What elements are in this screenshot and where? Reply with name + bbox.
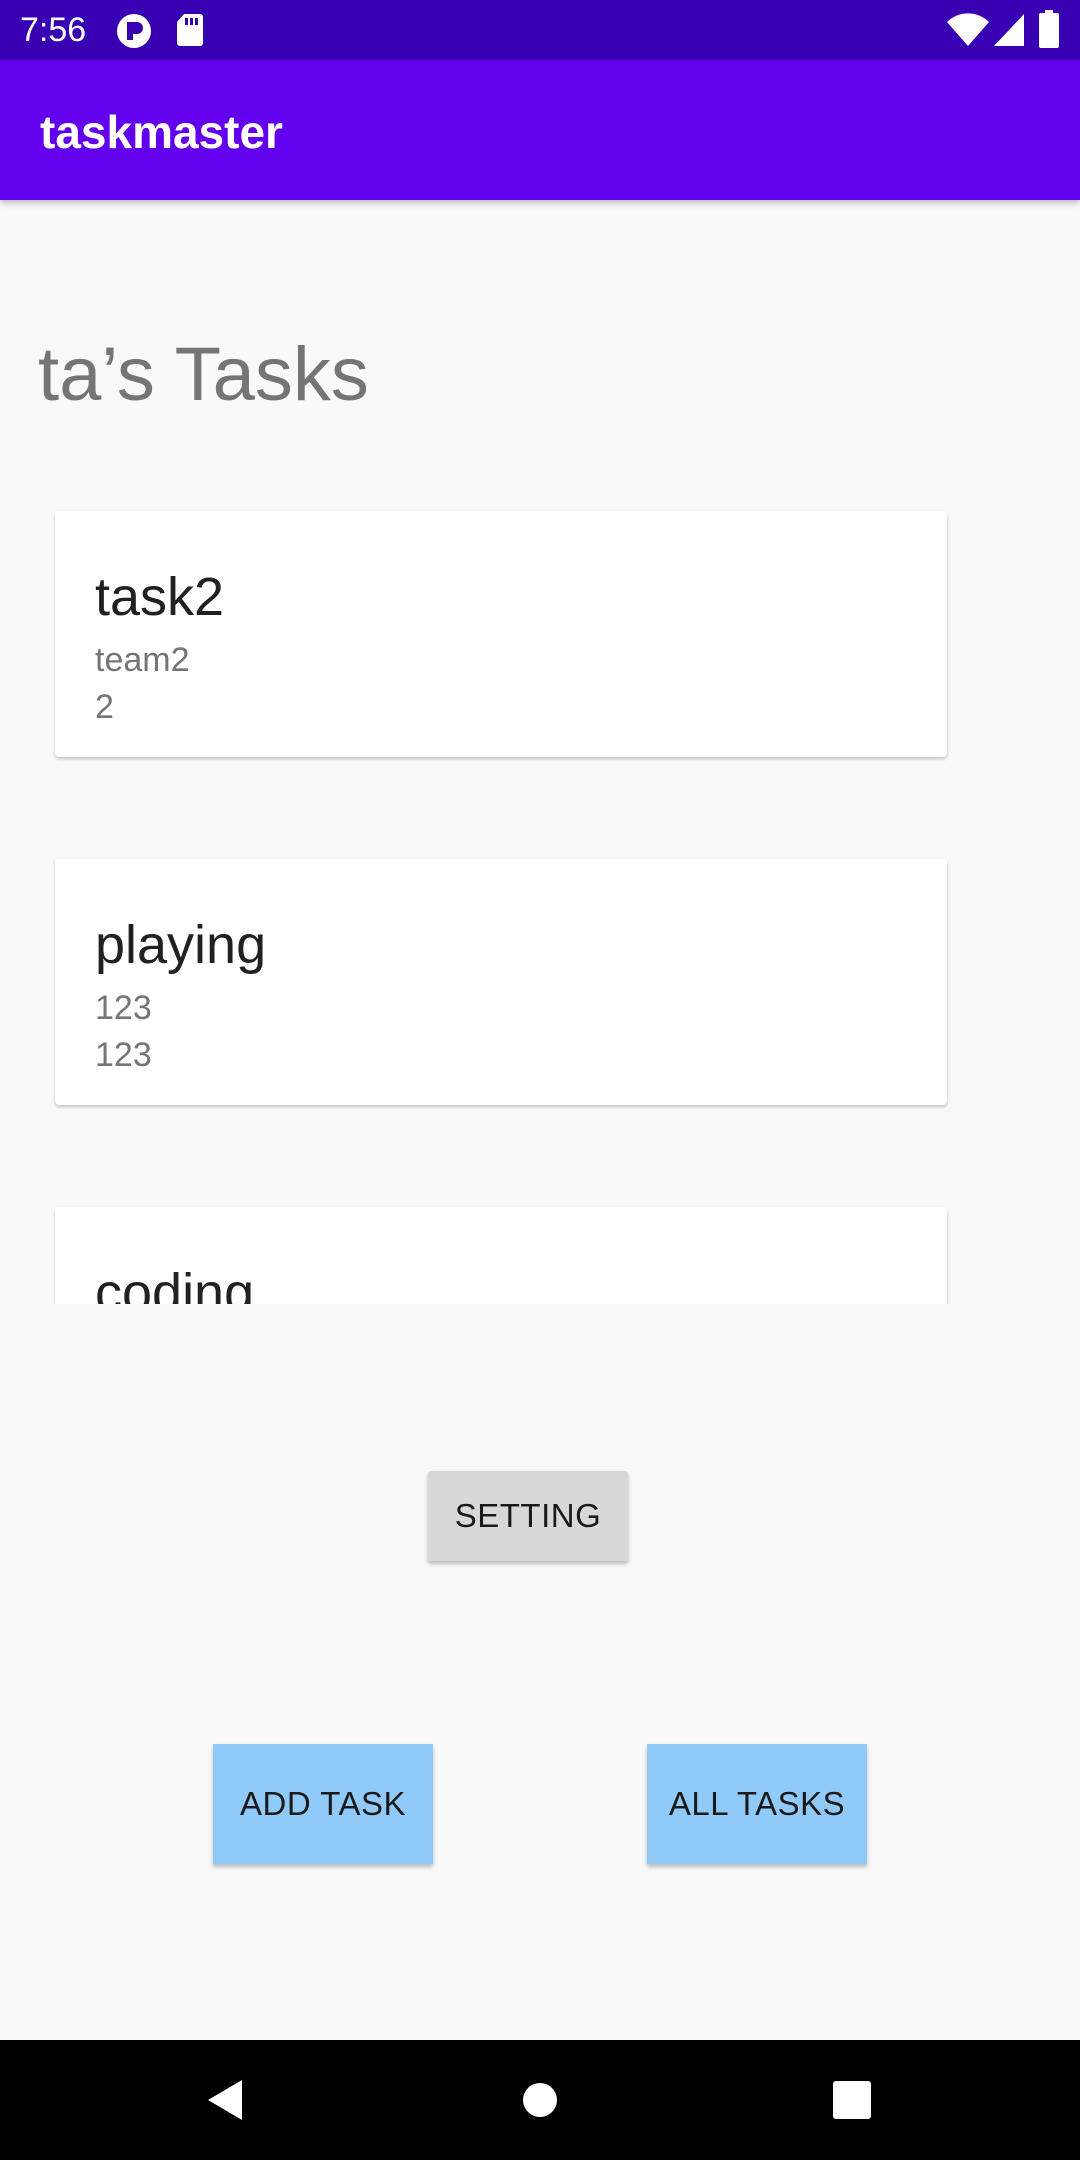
task-title: coding (95, 1263, 255, 1304)
task-card[interactable]: coding (55, 1207, 947, 1304)
task-title: task2 (95, 567, 225, 627)
task-detail: 2 (95, 688, 114, 726)
notification-app-icon (116, 13, 152, 54)
navigation-bar (0, 2040, 1080, 2160)
task-team: 123 (95, 989, 152, 1027)
setting-button[interactable]: SETTING (428, 1471, 628, 1561)
task-card[interactable]: task2 team2 2 (55, 511, 947, 757)
sd-card-icon (176, 13, 204, 52)
task-detail: 123 (95, 1036, 152, 1074)
wifi-icon (946, 12, 990, 53)
recents-icon[interactable] (812, 2060, 892, 2140)
cellular-signal-icon (992, 12, 1026, 53)
app-bar: taskmaster (0, 60, 1080, 200)
page-title: ta’s Tasks (38, 332, 369, 417)
status-time: 7:56 (20, 11, 87, 49)
task-title: playing (95, 915, 267, 975)
app-title: taskmaster (40, 106, 283, 158)
task-list[interactable]: task2 team2 2 playing 123 123 coding (40, 500, 960, 1304)
status-bar: 7:56 (0, 0, 1080, 60)
add-task-button[interactable]: ADD TASK (213, 1744, 433, 1864)
back-icon[interactable] (186, 2060, 266, 2140)
all-tasks-button[interactable]: ALL TASKS (647, 1744, 867, 1864)
home-icon[interactable] (500, 2060, 580, 2140)
task-team: team2 (95, 641, 190, 679)
task-card[interactable]: playing 123 123 (55, 859, 947, 1105)
battery-icon (1038, 10, 1060, 53)
